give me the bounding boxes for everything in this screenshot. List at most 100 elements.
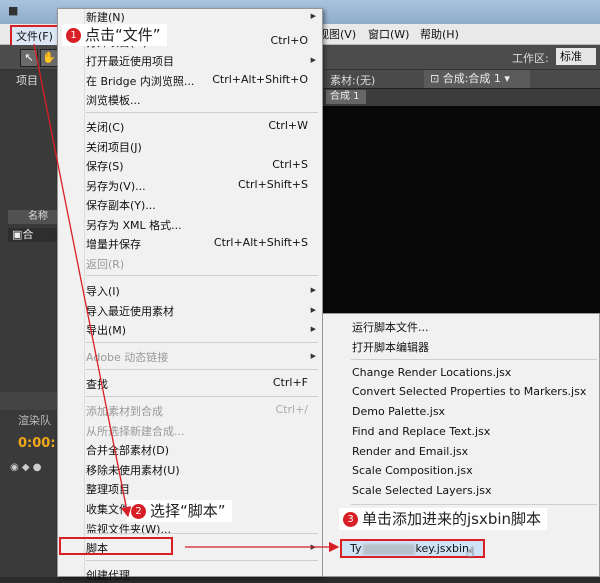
file-menu-shortcut: Ctrl+O (270, 34, 308, 47)
project-item-label: 合 (22, 228, 34, 241)
submenu-arrow-icon: ▶ (310, 543, 316, 551)
file-menu-item[interactable]: 增量并保存 (86, 236, 141, 252)
file-menu-item[interactable]: 在 Bridge 内浏览照... (86, 73, 194, 89)
file-menu-item[interactable]: 导入(I) (86, 283, 120, 299)
redacted-text (362, 543, 415, 555)
layer-switches-icon[interactable]: ◉ ◆ ● (10, 462, 42, 473)
render-queue-tab[interactable]: 渲染队 (18, 412, 51, 428)
script-item[interactable]: Change Render Locations.jsx (352, 366, 511, 379)
comp-icon: ▣ (12, 228, 23, 241)
menu-separator (86, 369, 318, 370)
file-menu-item[interactable]: 打开最近使用项目 (86, 53, 174, 69)
file-menu-shortcut: Ctrl+/ (275, 403, 309, 416)
submenu-arrow-icon: ▶ (310, 12, 316, 20)
menu-help[interactable]: 帮助(H) (420, 26, 459, 42)
annotation-1-text: 点击“文件” (85, 26, 161, 44)
submenu-arrow-icon: ▶ (310, 352, 316, 360)
script-item-highlighted-label: Ty key.jsxbin (350, 542, 469, 555)
menu-separator (86, 396, 318, 397)
selection-tool-icon[interactable]: ↖ (20, 49, 38, 67)
annotation-1: 1 点击“文件” (62, 24, 167, 46)
file-menu-item[interactable]: 创建代理 (86, 567, 130, 583)
menu-separator (86, 560, 318, 561)
file-menu-item[interactable]: 监视文件夹(W)... (86, 521, 171, 537)
menu-window[interactable]: 窗口(W) (368, 26, 409, 42)
file-menu-item[interactable]: 整理项目 (86, 481, 130, 497)
file-menu-item: Adobe 动态链接 (86, 351, 169, 364)
scripts-submenu: 运行脚本文件... 打开脚本编辑器 Change Render Locations.… (322, 313, 600, 577)
menu-separator (86, 112, 318, 113)
menu-separator (351, 504, 597, 505)
file-menu-shortcut: Ctrl+F (272, 376, 308, 389)
workspace-select[interactable]: 标准 (556, 48, 596, 65)
script-item[interactable]: Scale Selected Layers.jsx (352, 484, 491, 497)
annotation-1-number: 1 (66, 28, 81, 43)
script-item[interactable]: Scale Composition.jsx (352, 464, 473, 477)
menu-separator (86, 342, 318, 343)
annotation-3-number: 3 (343, 512, 358, 527)
file-menu-item[interactable]: 保存副本(Y)... (86, 197, 156, 213)
lock-icon: ⊡ (430, 72, 443, 85)
file-menu-item: 返回(R) (86, 258, 125, 271)
menu-separator (86, 533, 318, 534)
file-menu-item[interactable]: 新建(N) (86, 9, 125, 25)
composition-viewer[interactable] (320, 106, 600, 314)
timecode-display[interactable]: 0:00: (18, 436, 56, 451)
script-item[interactable]: Convert Selected Properties to Markers.j… (352, 385, 586, 398)
annotation-2: 2 选择“脚本” (127, 500, 232, 522)
window-icon: ■ (8, 4, 19, 17)
submenu-arrow-icon: ▶ (310, 56, 316, 64)
annotation-2-text: 选择“脚本” (150, 502, 226, 520)
file-menu-item[interactable]: 关闭项目(J) (86, 139, 142, 155)
script-item[interactable]: Find and Replace Text.jsx (352, 425, 490, 438)
annotation-3: 3 单击添加进来的jsxbin脚本 (339, 508, 548, 530)
file-menu-item[interactable]: 保存(S) (86, 158, 124, 174)
file-menu-item[interactable]: 导入最近使用素材 (86, 303, 174, 319)
hand-tool-icon[interactable]: ✋ (40, 49, 58, 67)
menu-gutter (84, 9, 85, 576)
menu-file[interactable]: 文件(F) (10, 25, 59, 47)
menu-separator (86, 275, 318, 276)
mouse-cursor-icon: ☝ (466, 545, 475, 561)
file-menu-item: 从所选择新建合成... (86, 425, 185, 438)
composition-tab[interactable]: ⊡ 合成:合成 1 ▾ (424, 70, 530, 88)
scripts-item-highlight (59, 537, 173, 555)
file-menu-item[interactable]: 合并全部素材(D) (86, 442, 169, 458)
file-menu-shortcut: Ctrl+Shift+S (238, 178, 308, 191)
script-item[interactable]: Demo Palette.jsx (352, 405, 445, 418)
file-menu-item[interactable]: 移除未使用素材(U) (86, 462, 180, 478)
file-menu-shortcut: Ctrl+Alt+Shift+S (213, 236, 308, 249)
file-menu-shortcut: Ctrl+S (272, 158, 308, 171)
script-item[interactable]: 打开脚本编辑器 (352, 339, 429, 355)
project-item[interactable]: ▣合 (8, 228, 60, 242)
file-menu-item[interactable]: 浏览模板... (86, 92, 141, 108)
script-item[interactable]: Render and Email.jsx (352, 445, 468, 458)
file-menu-item[interactable]: 查找 (86, 376, 108, 392)
menu-view[interactable]: 视图(V) (318, 26, 356, 42)
project-panel-footer (0, 392, 60, 410)
file-menu: 新建(N)▶打开项目(O)...Ctrl+O打开最近使用项目▶在 Bridge … (57, 8, 323, 582)
file-menu-item: 添加素材到合成 (86, 405, 163, 418)
project-panel (0, 70, 60, 577)
file-menu-item[interactable]: 导出(M) (86, 322, 126, 338)
file-menu-item[interactable]: 另存为 XML 格式... (86, 217, 182, 233)
script-item-highlighted-suffix: key.jsxbin (415, 542, 470, 555)
submenu-arrow-icon: ▶ (310, 286, 316, 294)
name-column-label: 名称 (28, 211, 48, 222)
workspace-label: 工作区: (512, 52, 549, 65)
file-menu-shortcut: Ctrl+Alt+Shift+O (212, 73, 308, 86)
project-tab[interactable]: 项目 (16, 72, 38, 88)
submenu-arrow-icon: ▶ (310, 325, 316, 333)
name-column-header: 名称 (8, 210, 60, 224)
composition-sub-tab[interactable]: 合成 1 (326, 90, 366, 104)
annotation-3-text: 单击添加进来的jsxbin脚本 (362, 510, 542, 528)
script-item[interactable]: 运行脚本文件... (352, 319, 429, 335)
composition-tab-label: 合成:合成 1 (442, 72, 501, 85)
footage-tab[interactable]: 素材:(无) (330, 72, 375, 88)
file-menu-item[interactable]: 关闭(C) (86, 119, 124, 135)
dropdown-icon: ▾ (500, 72, 510, 85)
menu-separator (351, 359, 597, 360)
file-menu-item[interactable]: 另存为(V)... (86, 178, 146, 194)
script-item-highlighted-prefix: Ty (350, 542, 362, 555)
annotation-2-number: 2 (131, 504, 146, 519)
